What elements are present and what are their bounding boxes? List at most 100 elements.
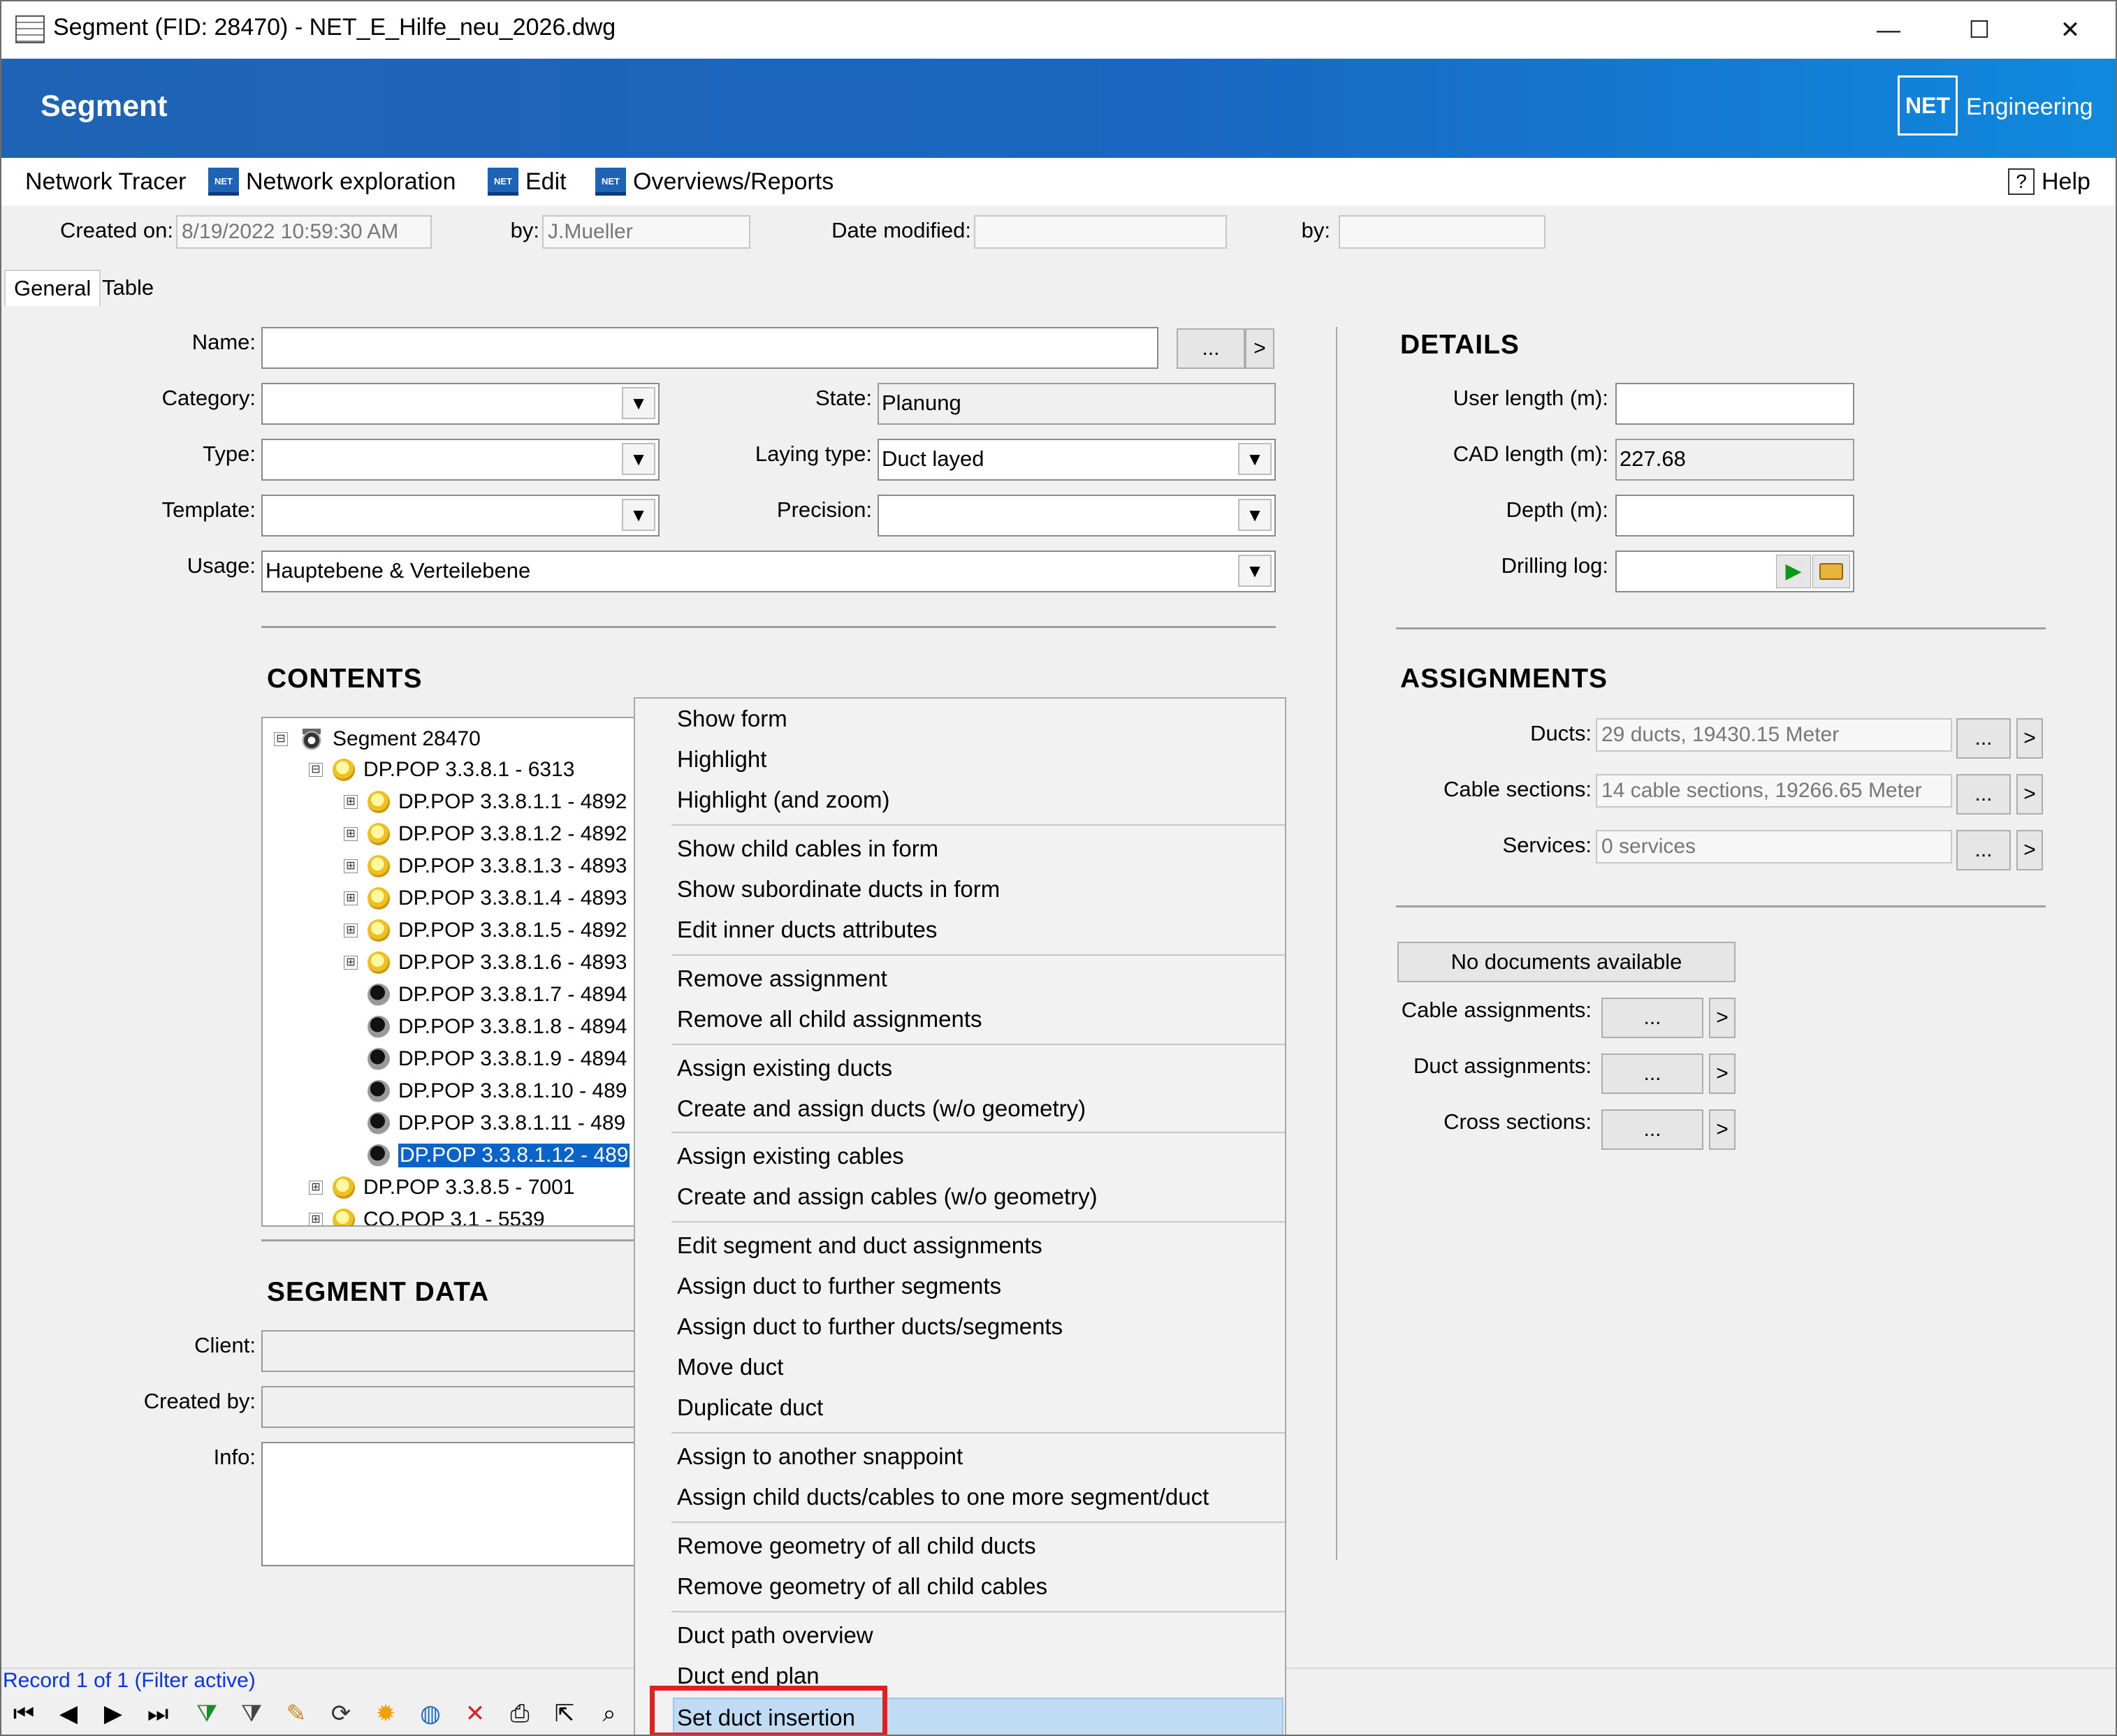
menu-item-remove-assignment[interactable]: Remove assignment: [677, 958, 887, 999]
ducts-browse-button[interactable]: ...: [1956, 718, 2011, 759]
tree-node[interactable]: ⊞ DP.POP 3.3.8.1.4 - 4893: [344, 883, 627, 914]
expand-icon[interactable]: ⊞: [344, 795, 358, 809]
tree-node[interactable]: ⊞ DP.POP 3.3.8.1.6 - 4893: [344, 947, 627, 978]
tree-node[interactable]: DP.POP 3.3.8.1.8 - 4894: [368, 1012, 627, 1042]
name-arrow-button[interactable]: >: [1245, 328, 1274, 369]
laying-type-dropdown[interactable]: Duct layed ▼: [878, 439, 1276, 481]
duct-assignments-button[interactable]: ...: [1601, 1053, 1703, 1094]
user-length-input[interactable]: [1615, 383, 1854, 425]
usage-dropdown[interactable]: Hauptebene & Verteilebene ▼: [261, 550, 1276, 592]
menu-edit[interactable]: NET Edit: [488, 166, 567, 197]
pencil-icon[interactable]: ✎: [278, 1698, 314, 1730]
name-browse-button[interactable]: ...: [1177, 328, 1245, 369]
name-input[interactable]: [261, 327, 1158, 369]
tree-node[interactable]: ⊞ DP.POP 3.3.8.5 - 7001: [309, 1172, 574, 1203]
filter-remove-icon[interactable]: ⧩: [233, 1698, 270, 1730]
template-dropdown[interactable]: ▼: [261, 495, 660, 537]
menu-item-edit-inner-ducts[interactable]: Edit inner ducts attributes: [677, 910, 937, 950]
folder-open-icon[interactable]: [1812, 555, 1850, 588]
filter-add-icon[interactable]: ⧩: [189, 1698, 225, 1730]
menu-item-create-assign-cables[interactable]: Create and assign cables (w/o geometry): [677, 1176, 1098, 1217]
category-dropdown[interactable]: ▼: [261, 383, 660, 425]
menu-network-tracer[interactable]: Network Tracer: [25, 166, 187, 197]
tree-node[interactable]: DP.POP 3.3.8.1.9 - 4894: [368, 1044, 627, 1074]
collapse-icon[interactable]: ⊟: [274, 732, 288, 746]
expand-icon[interactable]: ⊞: [344, 924, 358, 938]
cross-sections-button[interactable]: ...: [1601, 1109, 1703, 1150]
menu-item-remove-geometry-child-cables[interactable]: Remove geometry of all child cables: [677, 1566, 1047, 1607]
refresh-icon[interactable]: ⟳: [323, 1698, 359, 1730]
help-button[interactable]: ? Help: [2008, 166, 2090, 197]
tree-node[interactable]: DP.POP 3.3.8.1.7 - 4894: [368, 979, 627, 1010]
no-documents-button[interactable]: No documents available: [1397, 942, 1736, 982]
tree-node[interactable]: ⊞ DP.POP 3.3.8.1.5 - 4892: [344, 915, 627, 946]
menu-item-assign-existing-ducts[interactable]: Assign existing ducts: [677, 1048, 892, 1088]
expand-icon[interactable]: ⊞: [344, 956, 358, 970]
menu-item-show-form[interactable]: Show form: [677, 699, 787, 739]
menu-item-remove-geometry-child-ducts[interactable]: Remove geometry of all child ducts: [677, 1526, 1036, 1566]
cursor-select-icon[interactable]: ⇱: [546, 1698, 583, 1730]
menu-item-remove-all-child-assignments[interactable]: Remove all child assignments: [677, 999, 982, 1040]
type-dropdown[interactable]: ▼: [261, 439, 660, 481]
menu-network-exploration[interactable]: NET Network exploration: [208, 166, 456, 197]
tree-node[interactable]: ⊞ CO.POP 3.1 - 5539: [309, 1204, 545, 1225]
print-icon[interactable]: ⎙: [502, 1698, 538, 1730]
cable-sections-arrow-button[interactable]: >: [2016, 774, 2043, 815]
minimize-button[interactable]: —: [1843, 1, 1934, 59]
delete-icon[interactable]: ✕: [457, 1698, 493, 1730]
zoom-icon[interactable]: ⌕: [591, 1698, 627, 1730]
menu-item-assign-another-snappoint[interactable]: Assign to another snappoint: [677, 1436, 963, 1477]
globe-icon[interactable]: ◍: [412, 1698, 449, 1730]
expand-icon[interactable]: ⊞: [309, 1181, 323, 1195]
tree-node[interactable]: ⊞ DP.POP 3.3.8.1.2 - 4892: [344, 819, 627, 849]
cable-sections-browse-button[interactable]: ...: [1956, 774, 2011, 815]
menu-item-create-assign-ducts[interactable]: Create and assign ducts (w/o geometry): [677, 1088, 1086, 1129]
menu-item-assign-child-ducts-cables[interactable]: Assign child ducts/cables to one more se…: [677, 1477, 1209, 1517]
menu-item-duplicate-duct[interactable]: Duplicate duct: [677, 1387, 823, 1428]
cable-assignments-arrow-button[interactable]: >: [1709, 998, 1736, 1038]
prev-record-icon[interactable]: ◀: [50, 1698, 87, 1730]
close-button[interactable]: ✕: [2025, 1, 2116, 59]
menu-item-assign-duct-further-ducts[interactable]: Assign duct to further ducts/segments: [677, 1306, 1063, 1347]
cross-sections-arrow-button[interactable]: >: [1709, 1109, 1736, 1150]
last-record-icon[interactable]: ⏭: [140, 1698, 176, 1730]
drilling-log-field[interactable]: ▶: [1615, 550, 1854, 592]
menu-item-highlight-zoom[interactable]: Highlight (and zoom): [677, 780, 889, 820]
services-browse-button[interactable]: ...: [1956, 830, 2011, 870]
cable-assignments-button[interactable]: ...: [1601, 998, 1703, 1038]
tree-node[interactable]: ⊟ DP.POP 3.3.8.1 - 6313: [309, 754, 574, 785]
play-icon[interactable]: ▶: [1776, 555, 1811, 588]
menu-item-move-duct[interactable]: Move duct: [677, 1347, 783, 1387]
sun-icon[interactable]: ✹: [368, 1698, 404, 1730]
first-record-icon[interactable]: ⏮: [6, 1698, 42, 1730]
expand-icon[interactable]: ⊞: [344, 827, 358, 841]
precision-dropdown[interactable]: ▼: [878, 495, 1276, 537]
services-arrow-button[interactable]: >: [2016, 830, 2043, 870]
tab-table[interactable]: Table: [94, 270, 162, 306]
duct-assignments-arrow-button[interactable]: >: [1709, 1053, 1736, 1094]
tree-node[interactable]: ⊞ DP.POP 3.3.8.1.1 - 4892: [344, 787, 627, 817]
depth-input[interactable]: [1615, 495, 1854, 537]
menu-item-assign-existing-cables[interactable]: Assign existing cables: [677, 1136, 904, 1176]
expand-icon[interactable]: ⊞: [309, 1213, 323, 1225]
tree-node[interactable]: ⊟ Segment 28470: [274, 724, 481, 754]
menu-item-duct-path-overview[interactable]: Duct path overview: [677, 1615, 873, 1656]
expand-icon[interactable]: ⊞: [344, 859, 358, 873]
tree-node[interactable]: DP.POP 3.3.8.1.11 - 489: [368, 1108, 625, 1139]
ducts-arrow-button[interactable]: >: [2016, 718, 2043, 759]
menu-item-show-child-cables[interactable]: Show child cables in form: [677, 829, 938, 869]
menu-item-highlight[interactable]: Highlight: [677, 739, 766, 780]
info-textarea[interactable]: [261, 1442, 639, 1566]
tree-node[interactable]: ⊞ DP.POP 3.3.8.1.3 - 4893: [344, 851, 627, 882]
menu-item-show-subordinate-ducts[interactable]: Show subordinate ducts in form: [677, 869, 1000, 910]
menu-overviews-reports[interactable]: NET Overviews/Reports: [595, 166, 834, 197]
tree-node[interactable]: DP.POP 3.3.8.1.10 - 489: [368, 1076, 627, 1107]
collapse-icon[interactable]: ⊟: [309, 763, 323, 777]
tab-general[interactable]: General: [4, 270, 101, 306]
menu-item-assign-duct-further-segments[interactable]: Assign duct to further segments: [677, 1266, 1001, 1306]
menu-item-edit-segment-duct-assignments[interactable]: Edit segment and duct assignments: [677, 1225, 1042, 1266]
maximize-button[interactable]: ☐: [1934, 1, 2025, 59]
next-record-icon[interactable]: ▶: [95, 1698, 131, 1730]
expand-icon[interactable]: ⊞: [344, 891, 358, 905]
tree-node-selected[interactable]: DP.POP 3.3.8.1.12 - 489: [368, 1140, 630, 1171]
